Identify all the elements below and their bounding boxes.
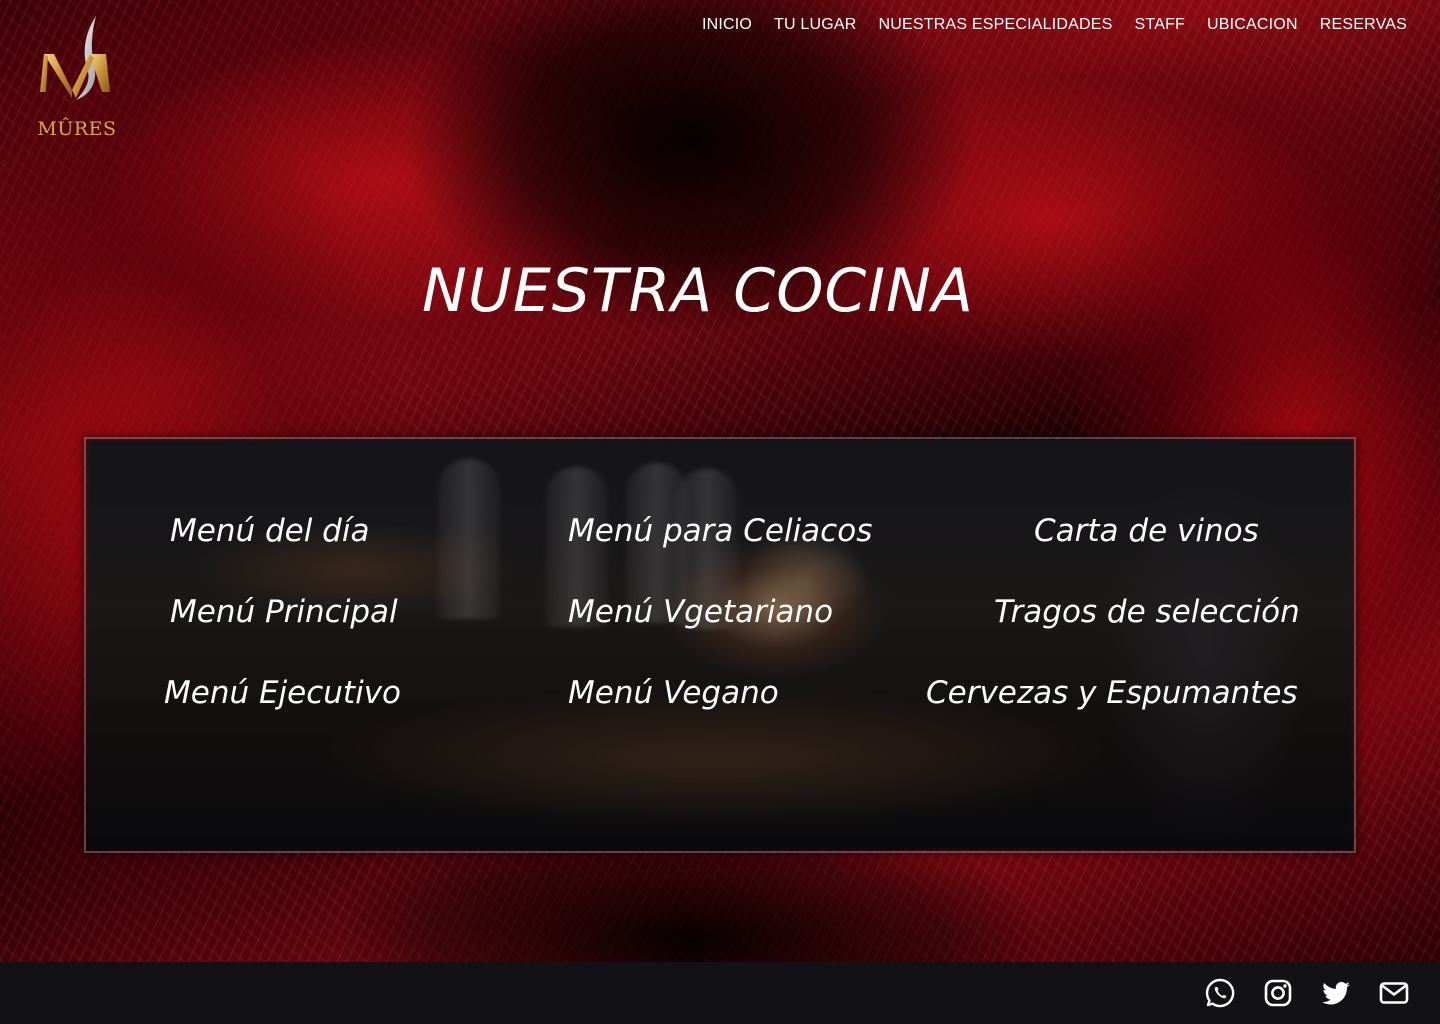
brand-name: MÛRES	[37, 118, 117, 140]
instagram-icon[interactable]	[1262, 977, 1294, 1009]
twitter-icon[interactable]	[1320, 977, 1352, 1009]
menu-link-ejecutivo[interactable]: Menú Ejecutivo	[164, 675, 401, 711]
menu-link-tragos[interactable]: Tragos de selección	[994, 594, 1300, 630]
top-nav: INICIO TU LUGAR NUESTRAS ESPECIALIDADES …	[702, 16, 1407, 34]
nav-item-reservas[interactable]: RESERVAS	[1320, 16, 1407, 34]
whatsapp-icon[interactable]	[1204, 977, 1236, 1009]
menu-panel: Menú del día Menú para Celiacos Carta de…	[84, 437, 1356, 853]
nav-item-especialidades[interactable]: NUESTRAS ESPECIALIDADES	[879, 16, 1113, 34]
panel-overlay	[86, 439, 1354, 851]
menu-link-carta-vinos[interactable]: Carta de vinos	[1034, 513, 1259, 549]
menu-link-vegano[interactable]: Menú Vegano	[568, 675, 779, 711]
menu-link-cervezas[interactable]: Cervezas y Espumantes	[926, 675, 1298, 711]
monogram-icon	[40, 16, 110, 100]
menu-link-del-dia[interactable]: Menú del día	[170, 513, 369, 549]
page-title: NUESTRA COCINA	[422, 256, 974, 326]
nav-item-ubicacion[interactable]: UBICACION	[1207, 16, 1298, 34]
page: MÛRES INICIO TU LUGAR NUESTRAS ESPECIALI…	[0, 0, 1440, 1024]
nav-item-inicio[interactable]: INICIO	[702, 16, 752, 34]
menu-link-vegetariano[interactable]: Menú Vgetariano	[568, 594, 833, 630]
menu-link-principal[interactable]: Menú Principal	[170, 594, 398, 630]
brand-logo[interactable]: MÛRES	[32, 14, 122, 144]
menu-link-celiacos[interactable]: Menú para Celiacos	[568, 513, 872, 549]
nav-item-staff[interactable]: STAFF	[1135, 16, 1185, 34]
mail-icon[interactable]	[1378, 977, 1410, 1009]
footer	[0, 962, 1440, 1024]
nav-item-tu-lugar[interactable]: TU LUGAR	[774, 16, 857, 34]
social-links	[1204, 977, 1410, 1009]
